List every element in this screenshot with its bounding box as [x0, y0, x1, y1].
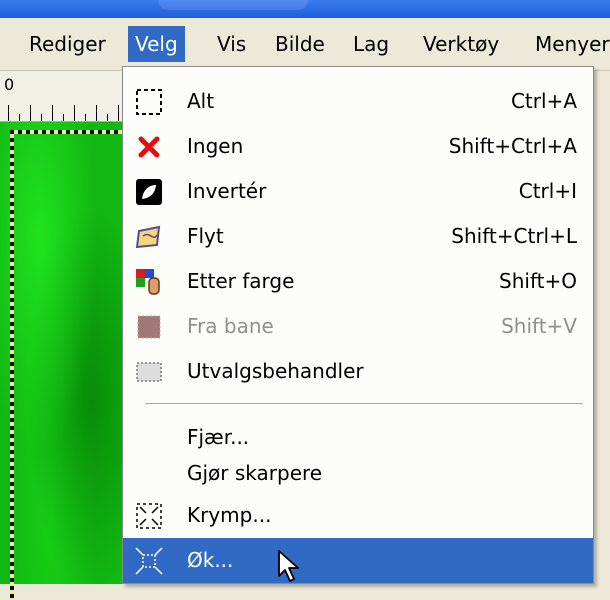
menu-item-shortcut: Ctrl+A	[510, 89, 577, 113]
menu-item-flyt[interactable]: Flyt Shift+Ctrl+L	[123, 214, 593, 259]
menu-item-shortcut: Shift+Ctrl+L	[451, 224, 577, 248]
select-none-icon	[135, 133, 163, 161]
menu-item-label: Ingen	[187, 134, 244, 158]
invert-selection-icon	[135, 178, 163, 206]
menu-item-inverter[interactable]: Invertér Ctrl+I	[123, 169, 593, 214]
menu-velg[interactable]: Velg	[128, 26, 185, 62]
menu-item-label: Flyt	[187, 224, 224, 248]
selection-editor-icon	[135, 358, 163, 386]
menu-menyer[interactable]: Menyer	[528, 26, 610, 62]
ruler-start-label: 0	[4, 75, 15, 94]
menu-item-shortcut: Shift+O	[499, 269, 577, 293]
menu-item-gjor-skarpere[interactable]: Gjør skarpere	[123, 451, 593, 496]
window-title-bar	[0, 0, 610, 18]
menu-item-label: Etter farge	[187, 269, 295, 293]
shrink-selection-icon	[135, 502, 163, 530]
menu-item-ok[interactable]: Øk...	[123, 538, 593, 583]
title-bar-highlight	[158, 0, 308, 10]
menu-bar: Rediger Velg Vis Bilde Lag Verktøy Menye…	[0, 18, 610, 71]
menu-item-label: Øk...	[187, 548, 234, 572]
menu-item-label: Alt	[187, 89, 215, 113]
menu-vis[interactable]: Vis	[210, 26, 253, 62]
menu-item-krymp[interactable]: Krymp...	[123, 493, 593, 538]
menu-lag[interactable]: Lag	[346, 26, 396, 62]
by-color-select-icon	[135, 268, 163, 296]
select-all-icon	[135, 88, 163, 116]
menu-item-shortcut: Shift+V	[501, 314, 577, 338]
menu-item-label: Gjør skarpere	[187, 461, 323, 485]
float-selection-icon	[135, 223, 163, 251]
menu-separator	[145, 403, 583, 405]
ruler-minor-ticks	[19, 114, 130, 121]
grow-selection-icon	[135, 547, 163, 575]
menu-item-utvalgsbehandler[interactable]: Utvalgsbehandler	[123, 349, 593, 394]
menu-item-label: Utvalgsbehandler	[187, 359, 364, 383]
select-menu-dropdown: Alt Ctrl+A Ingen Shift+Ctrl+A Invertér C…	[122, 66, 594, 584]
mouse-pointer-icon	[278, 550, 299, 582]
menu-item-label: Fra bane	[187, 314, 274, 338]
menu-item-label: Krymp...	[187, 503, 272, 527]
menu-bilde[interactable]: Bilde	[268, 26, 332, 62]
from-path-icon	[135, 313, 163, 341]
menu-item-shortcut: Shift+Ctrl+A	[448, 134, 577, 158]
menu-item-shortcut: Ctrl+I	[518, 179, 577, 203]
horizontal-ruler[interactable]: 0	[0, 71, 130, 122]
menu-item-fra-bane[interactable]: Fra bane Shift+V	[123, 304, 593, 349]
menu-rediger[interactable]: Rediger	[22, 26, 113, 62]
menu-verktoy[interactable]: Verktøy	[416, 26, 506, 62]
menu-item-ingen[interactable]: Ingen Shift+Ctrl+A	[123, 124, 593, 169]
menu-item-alt[interactable]: Alt Ctrl+A	[123, 79, 593, 124]
selection-marching-ants-vertical	[10, 130, 14, 600]
selection-marching-ants-horizontal	[10, 130, 140, 134]
menu-item-etter-farge[interactable]: Etter farge Shift+O	[123, 259, 593, 304]
image-canvas[interactable]	[0, 122, 140, 600]
menu-item-label: Invertér	[187, 179, 267, 203]
